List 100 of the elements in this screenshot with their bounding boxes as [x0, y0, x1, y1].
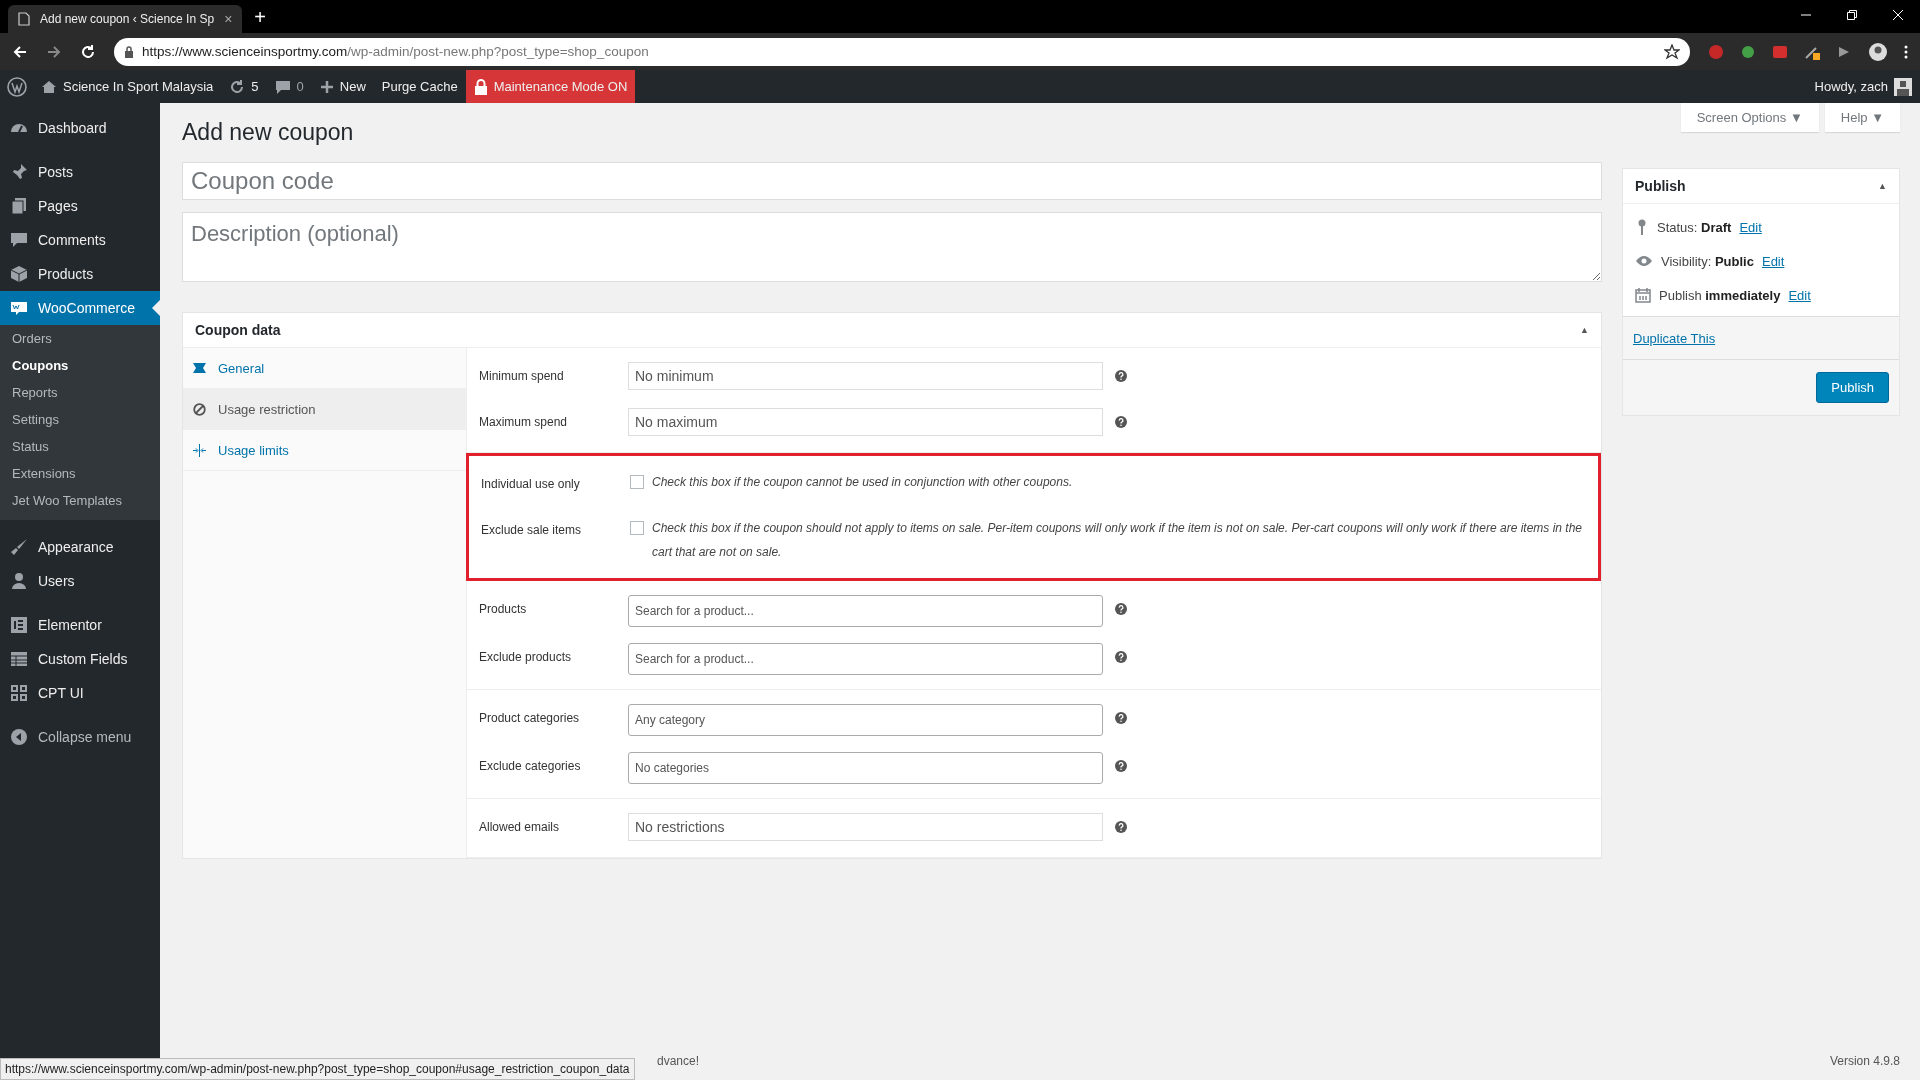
search-field[interactable]: Any category: [628, 704, 1103, 736]
collapse-toggle[interactable]: ▲: [1580, 325, 1589, 335]
collapse-menu-button[interactable]: Collapse menu: [0, 720, 160, 754]
wordpress-logo-icon[interactable]: [7, 76, 27, 97]
new-link[interactable]: New: [311, 70, 374, 103]
reload-icon[interactable]: [80, 43, 96, 60]
screen-options-button[interactable]: Screen Options ▼: [1680, 103, 1819, 132]
new-tab-button[interactable]: +: [254, 6, 266, 29]
edit-link[interactable]: Edit: [1788, 287, 1811, 303]
submenu-item[interactable]: Status: [0, 433, 160, 460]
help-icon[interactable]: [1115, 416, 1127, 428]
home-icon: [41, 78, 57, 95]
panel-tab[interactable]: Usage limits: [183, 430, 466, 471]
field-label: Product categories: [479, 710, 581, 725]
edit-link[interactable]: Edit: [1739, 219, 1762, 235]
edit-link[interactable]: Edit: [1761, 253, 1785, 269]
field-label: Individual use only: [481, 476, 581, 491]
menu-item[interactable]: Products: [0, 257, 160, 291]
eye-icon: [1635, 255, 1653, 267]
updates-link[interactable]: 5: [221, 70, 267, 103]
site-link[interactable]: Science In Sport Malaysia: [33, 70, 222, 103]
menu-icon[interactable]: [1904, 43, 1908, 60]
field-label: Exclude sale items: [481, 522, 583, 537]
submenu-item[interactable]: Settings: [0, 406, 160, 433]
maintenance-mode-link[interactable]: Maintenance Mode ON: [465, 70, 636, 103]
restore-icon[interactable]: [1846, 9, 1858, 21]
checkbox[interactable]: [630, 521, 644, 535]
profile-icon[interactable]: [1868, 41, 1888, 62]
field-label: Exclude products: [479, 649, 573, 664]
checkbox-description: Check this box if the coupon cannot be used in conjunction with other coupons.: [652, 474, 1073, 491]
help-icon[interactable]: [1115, 603, 1127, 615]
publish-button[interactable]: Publish: [1816, 372, 1889, 403]
panel-tab[interactable]: Usage restriction: [183, 389, 466, 430]
menu-item[interactable]: Dashboard: [0, 111, 160, 145]
browser-tab[interactable]: Add new coupon ‹ Science In Sp ×: [8, 5, 243, 33]
address-bar[interactable]: https://www.scienceinsportmy.com/wp-admin/post-new.php?post_type=shop_coupon: [114, 37, 1690, 66]
publish-title: Publish: [1635, 178, 1686, 194]
speech-bubble-icon: [10, 231, 28, 249]
pages-icon: [10, 197, 28, 215]
help-icon[interactable]: [1115, 370, 1127, 382]
menu-item[interactable]: Posts: [0, 155, 160, 189]
menu-item[interactable]: Comments: [0, 223, 160, 257]
submenu-item[interactable]: Coupons: [0, 352, 160, 379]
description-field[interactable]: Description (optional): [182, 212, 1602, 282]
submenu-item[interactable]: Jet Woo Templates: [0, 487, 160, 520]
input-field[interactable]: No maximum: [628, 408, 1103, 436]
close-icon[interactable]: [1892, 9, 1904, 21]
search-field[interactable]: Search for a product...: [628, 643, 1103, 675]
help-icon[interactable]: [1115, 760, 1127, 772]
publish-setting: Status: Draft: [1657, 219, 1732, 235]
purge-cache-link[interactable]: Purge Cache: [373, 70, 466, 103]
help-icon[interactable]: [1115, 651, 1127, 663]
input-field[interactable]: No minimum: [628, 362, 1103, 390]
field-label: Maximum spend: [479, 414, 569, 429]
plus-icon: [319, 79, 334, 94]
back-icon[interactable]: [12, 43, 28, 60]
account-link[interactable]: Howdy, zach: [1806, 70, 1920, 103]
pin-icon: [10, 163, 28, 181]
woo-bubble-icon: [10, 299, 28, 317]
menu-item[interactable]: Elementor: [0, 608, 160, 642]
menu-item[interactable]: Users: [0, 564, 160, 598]
prohibited-icon: [193, 402, 206, 416]
search-field[interactable]: Search for a product...: [628, 595, 1103, 627]
brush-icon: [10, 538, 28, 556]
menu-item[interactable]: Custom Fields: [0, 642, 160, 676]
menu-item[interactable]: Pages: [0, 189, 160, 223]
comments-link[interactable]: 0: [266, 70, 312, 103]
field-label: Minimum spend: [479, 368, 565, 383]
page-title: Add new coupon: [182, 119, 355, 146]
refresh-icon: [229, 78, 246, 95]
field-label: Exclude categories: [479, 758, 582, 773]
publish-setting: Visibility: Public: [1661, 253, 1754, 269]
menu-item[interactable]: WooCommerce: [0, 291, 160, 325]
submenu-item[interactable]: Orders: [0, 325, 160, 352]
collapse-toggle[interactable]: ▲: [1878, 181, 1887, 191]
submenu-item[interactable]: Extensions: [0, 460, 160, 487]
star-icon[interactable]: [1664, 43, 1680, 60]
avatar-icon: [1894, 77, 1912, 96]
input-field[interactable]: No restrictions: [628, 813, 1103, 841]
checkbox[interactable]: [630, 475, 644, 489]
search-field[interactable]: No categories: [628, 752, 1103, 784]
publish-setting: Publish immediately: [1659, 287, 1781, 303]
menu-item[interactable]: Appearance: [0, 530, 160, 564]
box-icon: [10, 265, 28, 283]
footer-text: dvance!: [657, 1054, 700, 1068]
menu-item[interactable]: CPT UI: [0, 676, 160, 710]
user-icon: [10, 572, 28, 590]
forward-icon[interactable]: [46, 43, 62, 60]
field-label: Allowed emails: [479, 819, 561, 834]
coupon-code-field[interactable]: Coupon code: [182, 162, 1602, 200]
submenu-item[interactable]: Reports: [0, 379, 160, 406]
status-url-tooltip: https://www.scienceinsportmy.com/wp-admin/post-new.php?post_type=shop_coupon#usage_restriction_coupon_data: [0, 1058, 635, 1080]
speech-bubble-icon: [274, 78, 291, 95]
help-icon[interactable]: [1115, 712, 1127, 724]
help-icon[interactable]: [1115, 821, 1127, 833]
extension-icon[interactable]: [1740, 43, 1756, 60]
duplicate-link[interactable]: Duplicate This: [1633, 331, 1716, 346]
screen-options-button[interactable]: Help ▼: [1824, 103, 1900, 132]
close-icon[interactable]: ×: [224, 11, 233, 27]
lock-icon: [473, 78, 488, 95]
